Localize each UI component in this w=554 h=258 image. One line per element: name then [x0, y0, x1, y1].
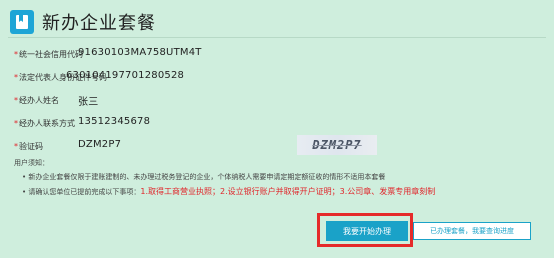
- form-row-legal-id: *法定代表人身份证件号码 630104197701280528: [14, 67, 534, 90]
- captcha-image[interactable]: DZM2P7: [297, 135, 377, 155]
- notice-item-1: • 新办企业套餐仅限于建账建制的、未办理过税务登记的企业，个体纳税人需要申请定期…: [22, 173, 386, 181]
- notice-item-2: • 请确认您单位已提前完成以下事项：1.取得工商营业执照；2.设立银行账户并取得…: [22, 187, 436, 196]
- form-row-captcha: *验证码 DZM2P7 DZM2P7: [14, 135, 534, 159]
- credit-code-label: *统一社会信用代码: [14, 50, 83, 59]
- agent-phone-field[interactable]: 13512345678: [78, 116, 150, 127]
- captcha-label: *验证码: [14, 142, 43, 151]
- bookmark-icon: [10, 10, 34, 34]
- form-row-credit-code: *统一社会信用代码 91630103MA758UTM4T: [14, 44, 534, 67]
- header-divider: [8, 37, 546, 38]
- user-notice: 用户须知： • 新办企业套餐仅限于建账建制的、未办理过税务登记的企业，个体纳税人…: [14, 158, 544, 201]
- page-title: 新办企业套餐: [42, 13, 156, 34]
- form-row-agent-name: *经办人姓名 张三: [14, 90, 534, 113]
- agent-phone-label: *经办人联系方式: [14, 119, 75, 128]
- credit-code-field[interactable]: 91630103MA758UTM4T: [78, 47, 202, 58]
- agent-name-field[interactable]: 张三: [78, 93, 98, 108]
- agent-name-label: *经办人姓名: [14, 96, 59, 105]
- enterprise-form: *统一社会信用代码 91630103MA758UTM4T *法定代表人身份证件号…: [14, 44, 534, 159]
- form-row-agent-phone: *经办人联系方式 13512345678: [14, 113, 534, 136]
- notice-requirements: 1.取得工商营业执照；2.设立银行账户并取得开户证明；3.公司章、发票专用章刻制: [140, 187, 436, 196]
- start-process-button[interactable]: 我要开始办理: [326, 221, 408, 241]
- notice-title: 用户须知：: [14, 159, 49, 167]
- page-header: 新办企业套餐: [10, 7, 156, 37]
- legal-id-field[interactable]: 630104197701280528: [66, 70, 184, 81]
- query-progress-button[interactable]: 已办理套餐，我要查询进度: [413, 222, 531, 240]
- captcha-field[interactable]: DZM2P7: [78, 139, 121, 150]
